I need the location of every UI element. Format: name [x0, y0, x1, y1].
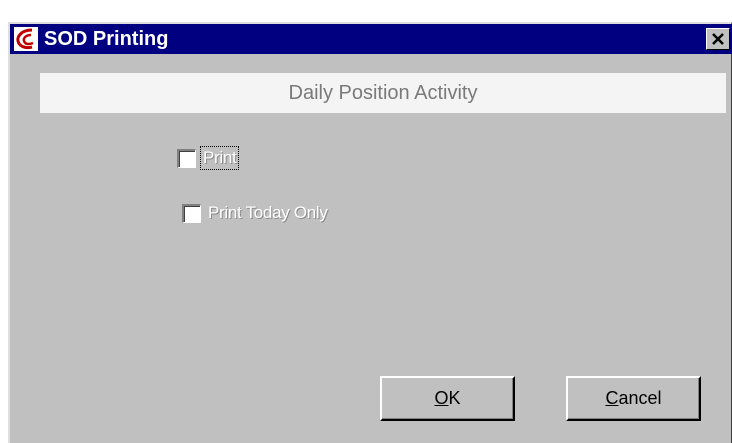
print-today-only-checkbox[interactable]	[182, 203, 201, 223]
cancel-button[interactable]: Cancel	[566, 376, 701, 421]
print-checkbox[interactable]	[177, 148, 196, 168]
panel-header: Daily Position Activity	[40, 73, 726, 113]
ok-accelerator: O	[434, 388, 449, 408]
ok-button[interactable]: OK	[380, 376, 515, 421]
print-today-only-option[interactable]: Print Today Only	[182, 200, 330, 226]
ok-label: K	[448, 388, 461, 408]
close-icon	[712, 33, 724, 45]
app-logo-icon	[14, 27, 38, 51]
window-title: SOD Printing	[44, 28, 169, 50]
print-label[interactable]: Print	[199, 146, 240, 170]
cancel-accelerator: C	[605, 388, 619, 408]
title-bar[interactable]: SOD Printing	[10, 24, 732, 54]
close-button[interactable]	[706, 28, 730, 50]
print-today-only-label[interactable]: Print Today Only	[206, 202, 330, 224]
print-option[interactable]: Print	[177, 145, 240, 171]
dialog-window: SOD Printing Daily Position Activity Pri…	[8, 22, 732, 443]
cancel-label: ancel	[618, 388, 662, 408]
